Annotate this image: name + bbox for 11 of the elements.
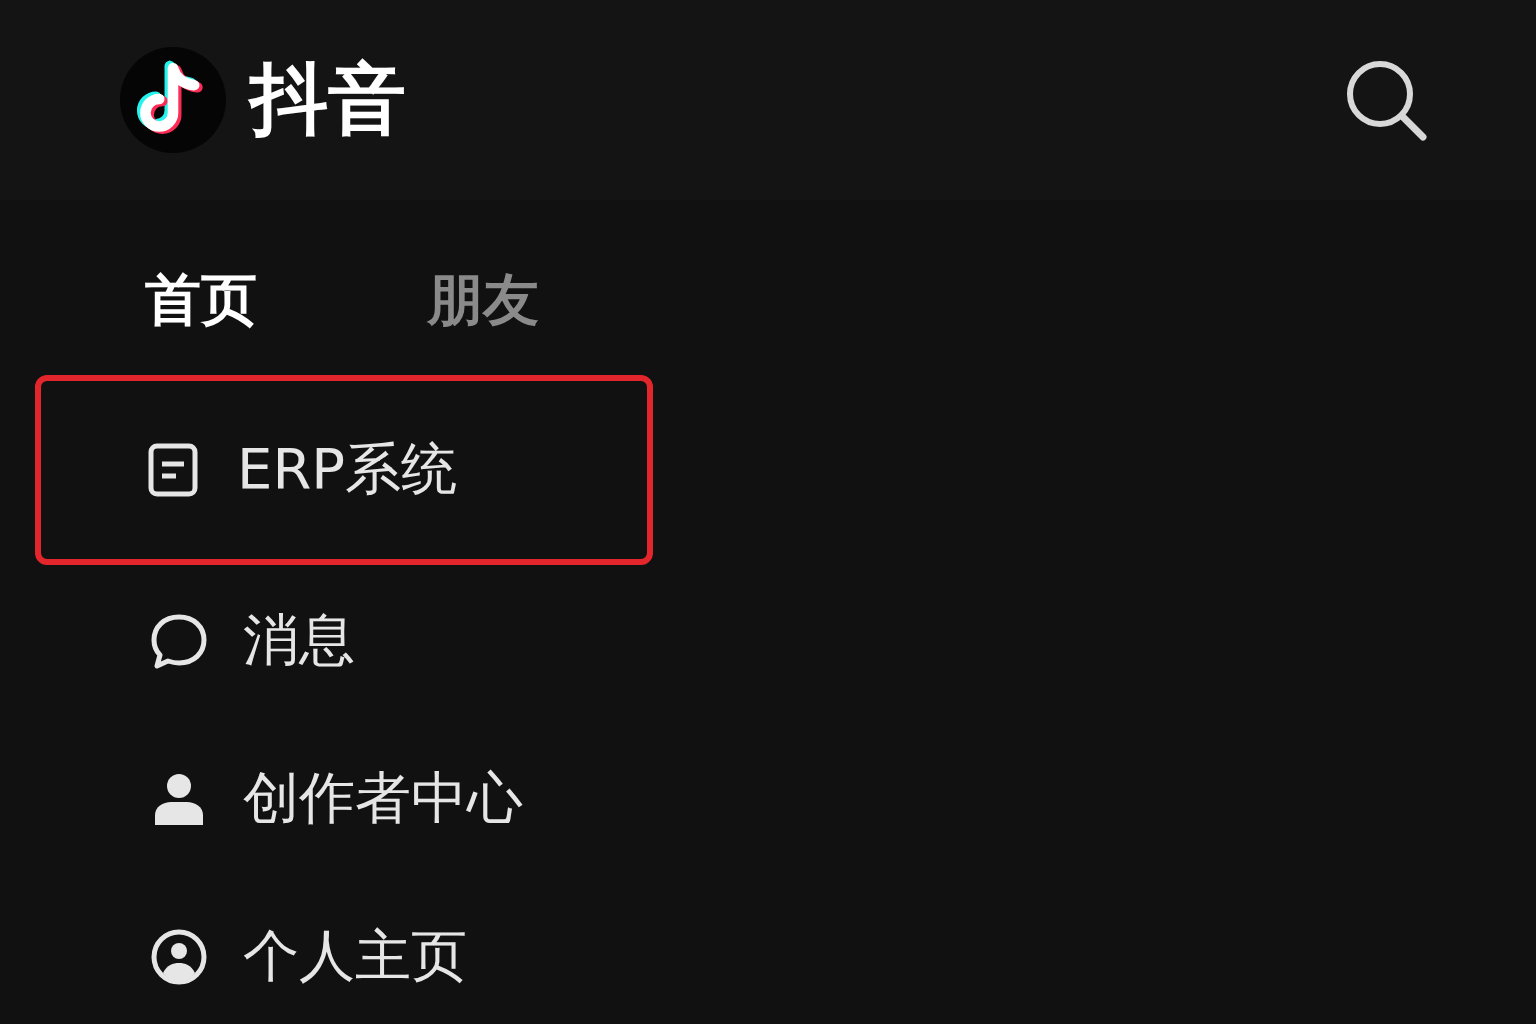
- tab[interactable]: 首页: [145, 262, 257, 338]
- search-icon[interactable]: [1344, 58, 1428, 142]
- tab[interactable]: 朋友: [427, 262, 539, 338]
- app-title: 抖音: [250, 52, 406, 146]
- chat-bubble-icon: [151, 613, 207, 669]
- menu-item[interactable]: 创作者中心: [35, 720, 653, 878]
- menu-item[interactable]: 个人主页: [35, 878, 653, 1024]
- profile-icon: [151, 929, 207, 985]
- music-note-logo-icon: [120, 47, 226, 153]
- menu-item[interactable]: ERP系统: [35, 375, 653, 565]
- menu-item[interactable]: 消息: [35, 562, 653, 720]
